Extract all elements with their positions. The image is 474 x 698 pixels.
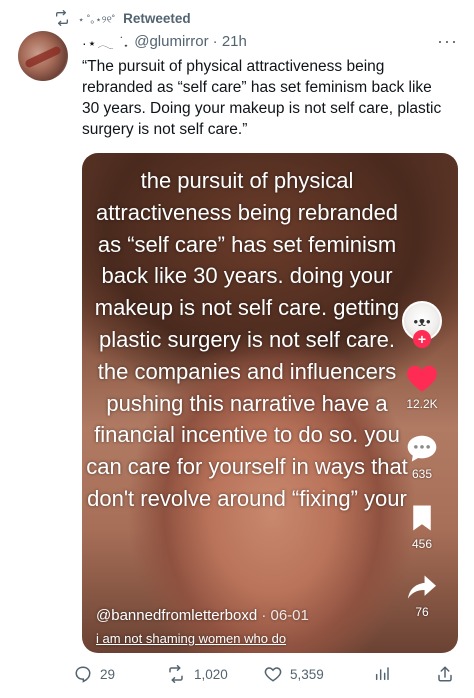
comment-action[interactable]: 635 (405, 433, 439, 481)
retweeter-name[interactable]: ⋆ ˚｡⋆୨୧˚ (78, 11, 115, 26)
video-creator-caption[interactable]: @bannedfromletterboxd · 06-01 (96, 607, 309, 624)
heart-icon (407, 365, 437, 392)
more-options-icon[interactable]: ··· (437, 31, 458, 52)
reply-count: 29 (100, 666, 116, 682)
analytics-button[interactable] (374, 666, 436, 682)
author-handle[interactable]: @glumirror (134, 33, 208, 50)
tweet-timestamp[interactable]: 21h (222, 33, 247, 50)
retweet-icon (56, 10, 68, 26)
retweet-count: 1,020 (194, 666, 228, 682)
save-count: 456 (411, 537, 433, 551)
follow-plus-icon[interactable]: + (413, 330, 431, 348)
author-display-name[interactable]: ·⋆𓂃 ࣪ ˖ (82, 29, 128, 53)
heart-outline-icon (264, 667, 282, 682)
tweet-media-video[interactable]: the pursuit of physical attractiveness b… (82, 153, 458, 653)
tweet-header: ·⋆𓂃 ࣪ ˖ @glumirror · 21h ··· (82, 29, 458, 53)
retweet-icon (169, 665, 183, 683)
share-action[interactable]: 76 (406, 573, 438, 619)
dog-icon: •ᴥ• (413, 313, 431, 329)
separator-dot: · (212, 32, 222, 50)
like-action[interactable]: 12.2K (405, 363, 439, 411)
reply-button[interactable]: 29 (74, 665, 166, 683)
retweet-indicator: ⋆ ˚｡⋆୨୧˚ Retweeted (54, 8, 191, 28)
share-button[interactable] (436, 665, 458, 683)
share-upload-icon (438, 666, 452, 682)
like-button[interactable]: 5,359 (264, 665, 374, 683)
comment-icon (407, 435, 437, 462)
share-arrow-icon (408, 575, 436, 599)
tweet-text: “The pursuit of physical attractiveness … (82, 58, 442, 138)
avatar[interactable] (18, 31, 68, 81)
analytics-bars-icon (375, 667, 389, 681)
comment-count: 635 (411, 467, 433, 481)
share-count: 76 (415, 605, 429, 619)
video-side-actions: •ᴥ• + 12.2K 635 456 76 (394, 301, 450, 619)
like-count: 5,359 (290, 666, 324, 682)
retweet-button[interactable]: 1,020 (166, 665, 264, 683)
like-count: 12.2K (406, 397, 438, 411)
save-action[interactable]: 456 (407, 503, 437, 551)
bookmark-icon (413, 505, 431, 531)
tweet-action-bar: 29 1,020 5,359 (74, 660, 458, 688)
creator-avatar[interactable]: •ᴥ• + (402, 301, 442, 348)
retweeted-label: Retweeted (123, 10, 191, 26)
video-caption: i am not shaming women who do (96, 631, 287, 646)
video-creator-username[interactable]: @bannedfromletterboxd (96, 607, 257, 624)
video-date: · 06-01 (257, 607, 309, 624)
reply-icon (75, 666, 91, 683)
video-overlay-text: the pursuit of physical attractiveness b… (86, 168, 408, 511)
